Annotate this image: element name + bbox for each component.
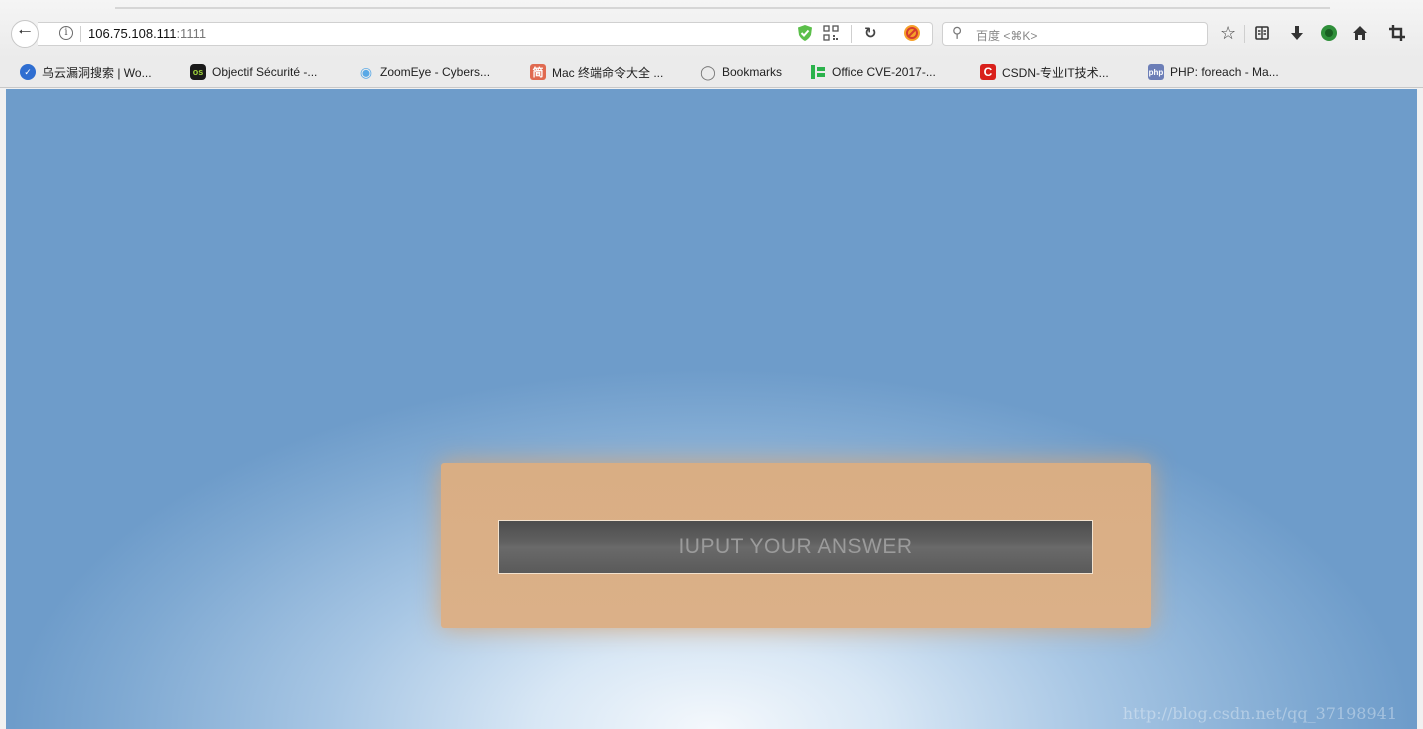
bookmark-item[interactable]: C CSDN-专业IT技术... xyxy=(980,63,1109,81)
url-port: :1111 xyxy=(176,26,207,41)
answer-input[interactable]: IUPUT YOUR ANSWER xyxy=(498,520,1093,574)
bookmark-item[interactable]: os Objectif Sécurité -... xyxy=(190,63,317,81)
shield-check-icon[interactable] xyxy=(797,24,813,42)
answer-placeholder: IUPUT YOUR ANSWER xyxy=(678,535,913,558)
jian-icon: 简 xyxy=(530,64,546,80)
bookmark-item[interactable]: php PHP: foreach - Ma... xyxy=(1148,63,1279,81)
bookmark-item[interactable]: Office CVE-2017-... xyxy=(810,63,936,81)
shield-icon: ✓ xyxy=(20,64,36,80)
home-icon[interactable] xyxy=(1352,24,1368,42)
browser-toolbar: 🠀 i 106.75.108.111:1111 ↻ ⚲ 百度 <⌘K> ☆ xyxy=(0,0,1423,58)
bookmark-label: Objectif Sécurité -... xyxy=(212,65,318,79)
answer-panel: IUPUT YOUR ANSWER xyxy=(441,463,1151,628)
page-content: IUPUT YOUR ANSWER http://blog.csdn.net/q… xyxy=(6,89,1417,729)
toolbar-separator-2 xyxy=(1244,25,1245,43)
qr-code-icon[interactable] xyxy=(823,24,839,42)
green-bars-icon xyxy=(810,64,826,80)
url-host: 106.75.108.111 xyxy=(88,26,177,41)
os-logo-icon: os xyxy=(190,64,206,80)
reading-list-icon[interactable] xyxy=(1254,24,1270,42)
bookmark-item[interactable]: ✓ 乌云漏洞搜索 | Wo... xyxy=(20,63,152,81)
eye-icon: ◉ xyxy=(359,63,373,80)
bookmark-item[interactable]: 简 Mac 终端命令大全 ... xyxy=(530,63,663,81)
bookmark-label: ZoomEye - Cybers... xyxy=(380,65,491,79)
url-text[interactable]: 106.75.108.111:1111 xyxy=(88,26,206,41)
bookmark-item[interactable]: ◉ ZoomEye - Cybers... xyxy=(358,63,490,81)
tab-strip-line xyxy=(115,7,1330,9)
bookmark-label: PHP: foreach - Ma... xyxy=(1170,65,1279,79)
screenshot-crop-icon[interactable] xyxy=(1388,24,1406,42)
bookmark-label: 乌云漏洞搜索 | Wo... xyxy=(42,65,152,80)
search-placeholder: 百度 <⌘K> xyxy=(976,29,1038,43)
php-logo-icon: php xyxy=(1148,64,1164,80)
bookmark-label: Bookmarks xyxy=(722,65,783,79)
bookmark-label: CSDN-专业IT技术... xyxy=(1002,65,1109,80)
bookmark-star-icon[interactable]: ☆ xyxy=(1220,23,1236,43)
watermark-text: http://blog.csdn.net/qq_37198941 xyxy=(1122,704,1397,723)
back-arrow-icon: 🠀 xyxy=(18,23,32,41)
site-info-icon[interactable]: i xyxy=(59,26,73,40)
download-icon[interactable] xyxy=(1290,24,1304,42)
url-separator xyxy=(80,26,81,42)
globe-icon: ◯ xyxy=(700,63,716,80)
back-button[interactable]: 🠀 xyxy=(11,20,39,48)
bookmark-label: Office CVE-2017-... xyxy=(832,65,936,79)
reload-icon[interactable]: ↻ xyxy=(864,24,877,42)
block-icon[interactable] xyxy=(903,24,921,42)
magnifier-icon: ⚲ xyxy=(952,24,963,40)
extension-green-icon[interactable] xyxy=(1320,24,1338,42)
csdn-logo-icon: C xyxy=(980,64,996,80)
toolbar-separator xyxy=(851,25,852,43)
bookmark-label: Mac 终端命令大全 ... xyxy=(552,65,664,80)
bookmark-item[interactable]: ◯ Bookmarks xyxy=(700,63,782,81)
